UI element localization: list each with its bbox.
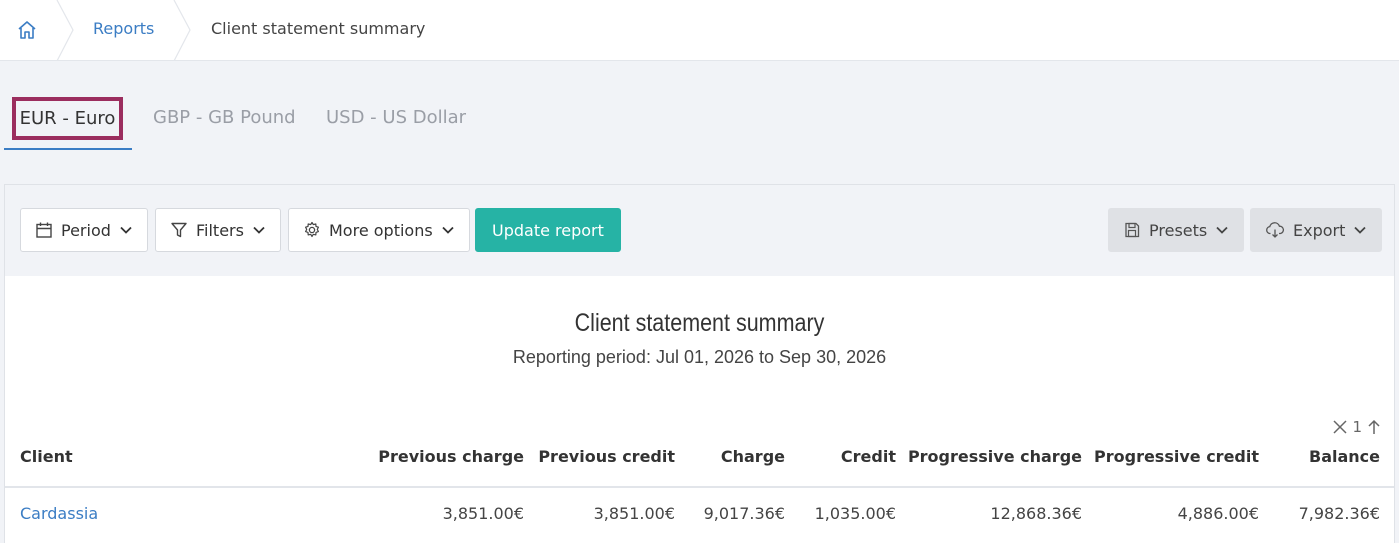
filter-icon (171, 222, 187, 238)
cell-previous-charge: 3,851.00€ (442, 504, 524, 523)
chevron-down-icon (120, 226, 132, 234)
cell-charge: 9,017.36€ (703, 504, 785, 523)
tab-gbp[interactable]: GBP - GB Pound (153, 107, 296, 128)
more-options-label: More options (329, 220, 433, 240)
gear-icon (305, 221, 319, 238)
tab-label: EUR - Euro (19, 108, 116, 129)
chevron-down-icon (442, 226, 454, 234)
cell-progressive-charge: 12,868.36€ (990, 504, 1082, 523)
filters-label: Filters (196, 220, 244, 240)
report-period: Reporting period: Jul 01, 2026 to Sep 30… (512, 347, 887, 367)
export-label: Export (1293, 220, 1346, 240)
cell-previous-credit: 3,851.00€ (593, 504, 675, 523)
column-header-previous-charge[interactable]: Previous charge (378, 447, 524, 466)
home-icon[interactable] (16, 19, 40, 41)
presets-label: Presets (1149, 220, 1208, 240)
breadcrumb: Reports Client statement summary (0, 0, 1399, 61)
column-header-previous-credit[interactable]: Previous credit (538, 447, 675, 466)
table-header-divider (5, 486, 1394, 488)
report-toolbar: Period Filters More options Update repor… (5, 185, 1394, 276)
cell-balance: 7,982.36€ (1298, 504, 1380, 523)
breadcrumb-current: Client statement summary (211, 19, 426, 38)
cell-progressive-credit: 4,886.00€ (1177, 504, 1259, 523)
cell-credit: 1,035.00€ (814, 504, 896, 523)
active-tab-indicator (4, 148, 132, 150)
column-header-progressive-charge[interactable]: Progressive charge (908, 447, 1082, 466)
report-title: Client statement summary (574, 309, 825, 337)
cloud-download-icon (1266, 222, 1285, 238)
breadcrumb-separator (173, 0, 191, 61)
column-header-client[interactable]: Client (20, 447, 73, 466)
presets-button[interactable]: Presets (1108, 208, 1245, 252)
more-options-button[interactable]: More options (288, 208, 470, 252)
period-label: Period (61, 220, 111, 240)
column-header-progressive-credit[interactable]: Progressive credit (1094, 447, 1259, 466)
sort-control[interactable]: 1 (1332, 418, 1382, 436)
save-icon (1125, 222, 1140, 238)
filters-button[interactable]: Filters (155, 208, 281, 252)
report-card: Period Filters More options Update repor… (4, 184, 1395, 543)
update-report-button[interactable]: Update report (475, 208, 621, 252)
sort-column-index: 1 (1352, 418, 1362, 436)
chevron-down-icon (1354, 226, 1367, 234)
client-link[interactable]: Cardassia (20, 504, 98, 523)
column-header-credit[interactable]: Credit (841, 447, 896, 466)
breadcrumb-reports-link[interactable]: Reports (93, 19, 154, 38)
column-header-charge[interactable]: Charge (721, 447, 785, 466)
period-button[interactable]: Period (20, 208, 148, 252)
chevron-down-icon (1216, 226, 1228, 234)
column-header-balance[interactable]: Balance (1309, 447, 1380, 466)
chevron-down-icon (253, 226, 265, 234)
breadcrumb-separator (56, 0, 74, 61)
export-button[interactable]: Export (1250, 208, 1383, 252)
tab-usd[interactable]: USD - US Dollar (326, 107, 466, 128)
tab-eur[interactable]: EUR - Euro (12, 97, 123, 140)
close-icon[interactable] (1332, 419, 1348, 435)
arrow-up-icon[interactable] (1366, 419, 1382, 435)
calendar-icon (36, 222, 52, 238)
